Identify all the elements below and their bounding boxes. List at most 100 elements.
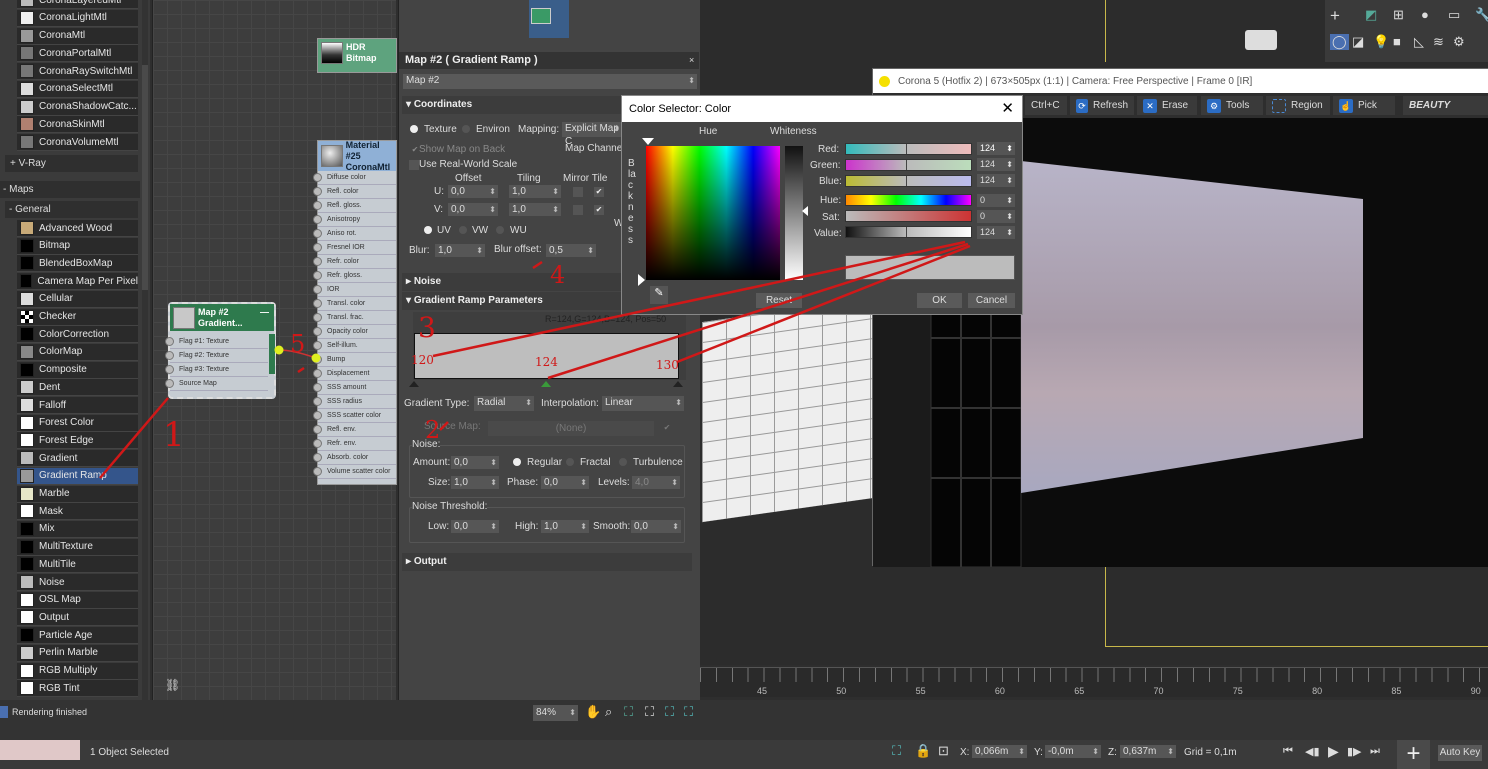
flag-middle[interactable] xyxy=(541,376,551,387)
browser-item[interactable]: Marble xyxy=(17,485,138,503)
ok-button[interactable]: OK xyxy=(917,293,962,308)
vw-radio[interactable] xyxy=(459,226,467,234)
browser-item[interactable]: RGB Multiply xyxy=(17,662,138,680)
size-field[interactable]: 1,0 xyxy=(451,476,499,489)
browser-item[interactable]: ColorMap xyxy=(17,343,138,361)
u-tile-checkbox[interactable]: ✔ xyxy=(594,187,604,197)
flag-left[interactable] xyxy=(409,376,419,387)
browser-item[interactable]: Forest Edge xyxy=(17,432,138,450)
slate-node-view[interactable]: HDR Bitmap Material #25 CoronaMtl Diffuse … xyxy=(152,0,397,700)
hue-blackness-picker[interactable] xyxy=(646,146,780,280)
output-socket[interactable] xyxy=(274,345,284,355)
value-slider[interactable] xyxy=(845,226,972,238)
source-map-button[interactable]: (None) xyxy=(488,421,654,436)
real-world-scale-checkbox[interactable] xyxy=(409,160,419,170)
fractal-radio[interactable] xyxy=(566,458,574,466)
browser-item[interactable]: Mix xyxy=(17,520,138,538)
browser-scrollbar-thumb[interactable] xyxy=(142,65,148,290)
green-slider[interactable] xyxy=(845,159,972,171)
browser-item[interactable]: CoronaPortalMtl xyxy=(17,45,138,63)
hue-field[interactable]: 0 xyxy=(977,194,1015,207)
red-slider[interactable] xyxy=(845,143,972,155)
v-mirror-checkbox[interactable] xyxy=(573,205,583,215)
sat-field[interactable]: 0 xyxy=(977,210,1015,223)
zoom-extents-icon[interactable]: ⛶ xyxy=(624,704,633,720)
flag-right[interactable] xyxy=(673,376,683,387)
browser-item[interactable]: CoronaLayeredMtl xyxy=(17,0,138,9)
gradient-type-dropdown[interactable]: Radial xyxy=(474,396,534,411)
v-offset-field[interactable]: 0,0 xyxy=(448,203,498,216)
browser-item[interactable]: CoronaLightMtl xyxy=(17,9,138,27)
y-field[interactable]: -0,0m xyxy=(1045,745,1101,758)
motion-icon[interactable]: ● xyxy=(1421,7,1429,22)
browser-item[interactable]: CoronaSkinMtl xyxy=(17,116,138,134)
bump-socket[interactable] xyxy=(311,353,321,363)
utilities-icon[interactable]: 🔧 xyxy=(1475,7,1488,23)
browser-item[interactable]: Gradient xyxy=(17,450,138,468)
close-icon[interactable]: × xyxy=(689,55,694,65)
browser-item[interactable]: Particle Age xyxy=(17,627,138,645)
browser-item[interactable]: BlendedBoxMap xyxy=(17,255,138,273)
browser-item[interactable]: RGB Tint xyxy=(17,680,138,698)
hierarchy-icon[interactable]: ⊞ xyxy=(1393,7,1404,23)
ctrl-c-button[interactable]: Ctrl+C xyxy=(1025,96,1067,115)
frame-selected-icon[interactable]: ⛶ xyxy=(645,704,654,720)
zoom-dropdown[interactable]: 84% xyxy=(533,705,578,721)
render-element-selector[interactable]: BEAUTY xyxy=(1403,96,1488,115)
phase-field[interactable]: 0,0 xyxy=(541,476,589,489)
gradient-ramp-bar[interactable] xyxy=(414,333,679,379)
play-icon[interactable]: ▶ xyxy=(1328,743,1339,760)
pan-hand-icon[interactable]: ✋ xyxy=(585,704,601,720)
browser-item[interactable]: CoronaShadowCatc... xyxy=(17,98,138,116)
set-key-icon[interactable]: + xyxy=(1397,740,1430,769)
tools-button[interactable]: ⚙ Tools xyxy=(1201,96,1263,115)
hue-marker[interactable] xyxy=(642,138,654,151)
auto-key-button[interactable]: Auto Key xyxy=(1438,745,1482,761)
create-icon[interactable]: + xyxy=(1330,6,1340,26)
hue-slider[interactable] xyxy=(845,194,972,206)
browser-item[interactable]: Mask xyxy=(17,503,138,521)
browser-item[interactable]: Perlin Marble xyxy=(17,644,138,662)
browser-item[interactable]: Forest Color xyxy=(17,414,138,432)
browser-item[interactable]: MultiTexture xyxy=(17,538,138,556)
browser-item[interactable]: ColorCorrection xyxy=(17,326,138,344)
maxscript-listener[interactable] xyxy=(0,740,80,760)
blur-offset-field[interactable]: 0,5 xyxy=(546,244,596,257)
blackness-marker[interactable] xyxy=(638,274,651,286)
frame-all-icon[interactable]: ⛶ xyxy=(665,704,674,720)
browser-item[interactable]: Advanced Wood xyxy=(17,220,138,237)
wu-radio[interactable] xyxy=(496,226,504,234)
next-frame-icon[interactable]: ▮▶ xyxy=(1347,745,1362,758)
browser-item[interactable]: OSL Map xyxy=(17,591,138,609)
green-field[interactable]: 124 xyxy=(977,158,1015,171)
geometry-icon[interactable]: ◯ xyxy=(1330,34,1349,50)
whiteness-marker[interactable] xyxy=(797,206,808,216)
region-button[interactable]: Region xyxy=(1266,96,1330,115)
browser-item[interactable]: CoronaRaySwitchMtl xyxy=(17,63,138,80)
u-mirror-checkbox[interactable] xyxy=(573,187,583,197)
red-field[interactable]: 124 xyxy=(977,142,1015,155)
mapping-dropdown[interactable]: Explicit Map C xyxy=(562,122,622,147)
source-map-checkbox[interactable]: ✔ xyxy=(662,423,672,433)
low-field[interactable]: 0,0 xyxy=(451,520,499,533)
systems-icon[interactable]: ⚙ xyxy=(1453,34,1465,50)
amount-field[interactable]: 0,0 xyxy=(451,456,499,469)
cancel-button[interactable]: Cancel xyxy=(968,293,1015,308)
spacewarps-icon[interactable]: ≋ xyxy=(1433,34,1444,50)
blue-field[interactable]: 124 xyxy=(977,174,1015,187)
zoom-icon[interactable]: ⌕ xyxy=(605,704,612,720)
lock-icon[interactable]: 🔒 xyxy=(915,743,931,759)
browser-item[interactable]: Camera Map Per Pixel xyxy=(17,273,138,291)
general-group[interactable]: - General xyxy=(5,201,138,218)
absolute-mode-icon[interactable]: ⊡ xyxy=(938,743,949,759)
environ-radio[interactable] xyxy=(462,125,470,133)
isolate-icon[interactable]: ⛶ xyxy=(892,743,901,759)
browser-item[interactable]: Dent xyxy=(17,379,138,397)
value-field[interactable]: 124 xyxy=(977,226,1015,239)
regular-radio[interactable] xyxy=(513,458,521,466)
map-name-field[interactable]: Map #2 xyxy=(403,74,697,89)
u-offset-field[interactable]: 0,0 xyxy=(448,185,498,198)
turbulence-radio[interactable] xyxy=(619,458,627,466)
high-field[interactable]: 1,0 xyxy=(541,520,589,533)
close-icon[interactable]: ✕ xyxy=(1001,96,1014,122)
